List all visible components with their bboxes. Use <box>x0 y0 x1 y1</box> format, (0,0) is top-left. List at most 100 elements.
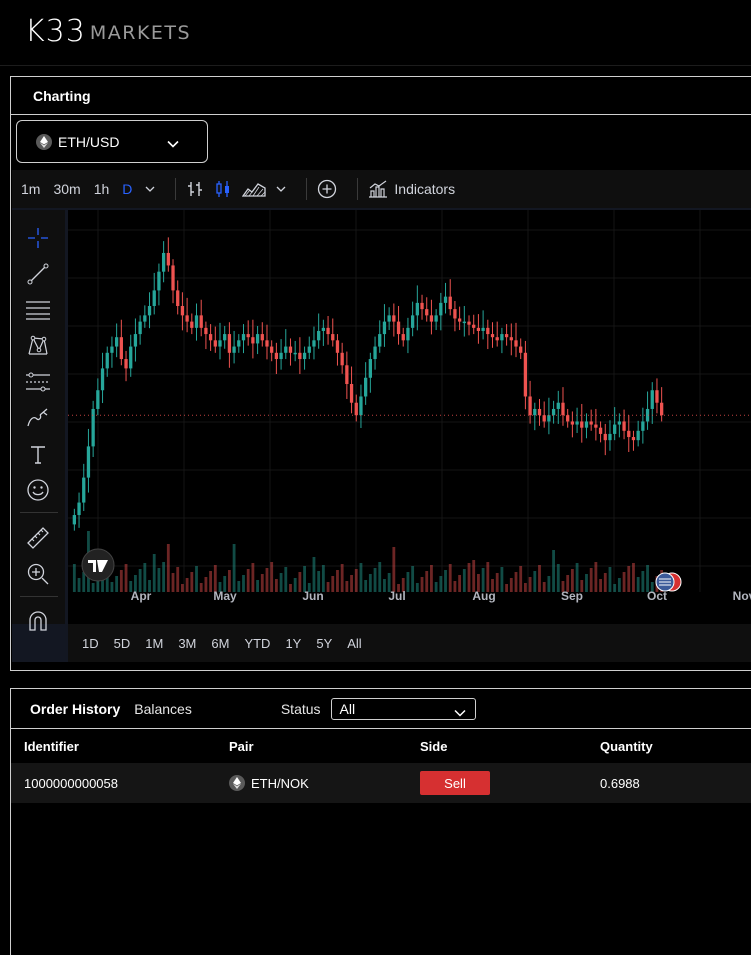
range-1y[interactable]: 1Y <box>285 636 301 651</box>
area-chart-icon[interactable] <box>242 181 267 197</box>
candle-body <box>171 265 175 291</box>
candle-body <box>251 337 255 344</box>
tab-balances[interactable]: Balances <box>134 701 192 717</box>
timeframe-1h[interactable]: 1h <box>94 181 110 197</box>
candles-chart-icon[interactable] <box>214 180 232 198</box>
candle-body <box>392 315 396 322</box>
candle-body <box>472 324 476 328</box>
candle-body <box>124 359 128 369</box>
logo-main-text: K33 <box>25 14 86 49</box>
candle-body <box>246 334 250 338</box>
volume-bar <box>209 571 213 592</box>
tab-order-history[interactable]: Order History <box>30 701 120 717</box>
charting-panel: Charting ETH/USD 1m 30m 1h D Indicators … <box>10 76 751 671</box>
x-axis-label: Apr <box>131 589 152 603</box>
status-select[interactable]: All <box>330 697 476 720</box>
magnet-icon[interactable] <box>25 608 51 634</box>
candle-body <box>551 408 556 416</box>
candle-body <box>166 252 170 266</box>
volume-bar <box>603 573 607 592</box>
volume-bar <box>157 568 161 592</box>
pair-selector[interactable]: ETH/USD <box>16 120 208 163</box>
range-5y[interactable]: 5Y <box>316 636 332 651</box>
range-5d[interactable]: 5D <box>114 636 131 651</box>
candle-body <box>293 352 297 355</box>
candle-body <box>157 271 161 291</box>
volume-bar <box>340 564 344 592</box>
volume-bar <box>533 571 537 592</box>
volume-bar <box>350 575 353 592</box>
volume-bar <box>181 584 184 592</box>
crosshair-icon[interactable] <box>25 225 51 251</box>
candle-body <box>448 296 452 310</box>
candle-body <box>307 346 311 353</box>
candle-body <box>547 415 551 422</box>
candle-body <box>110 346 114 353</box>
candle-body <box>326 327 330 335</box>
emoji-icon[interactable] <box>25 477 51 503</box>
projection-icon[interactable] <box>25 369 51 395</box>
candle-body <box>260 334 264 341</box>
candle-body <box>114 337 119 347</box>
range-all[interactable]: All <box>347 636 361 651</box>
volume-bar <box>434 582 438 592</box>
range-3m[interactable]: 3M <box>178 636 196 651</box>
k33-logo[interactable]: K33 MARKETS <box>25 16 191 48</box>
col-pair: Pair <box>229 739 254 754</box>
volume-bar <box>91 583 95 592</box>
pair-label: ETH/USD <box>58 133 120 150</box>
chart-type-chevron-icon[interactable] <box>276 186 286 192</box>
candle-body <box>302 352 307 360</box>
volume-bar <box>270 562 274 592</box>
text-icon[interactable] <box>25 441 51 467</box>
volume-bar <box>430 565 433 592</box>
candle-body <box>566 415 570 422</box>
pattern-icon[interactable] <box>25 333 51 359</box>
timeframe-menu-chevron-icon[interactable] <box>145 186 155 192</box>
volume-bar <box>190 572 194 592</box>
candle-body <box>82 477 86 503</box>
volume-bar <box>411 566 415 592</box>
zoom-in-icon[interactable] <box>25 561 51 587</box>
status-value: All <box>339 700 356 717</box>
candle-body <box>396 321 401 335</box>
volume-bar <box>162 562 166 592</box>
fib-retracement-icon[interactable] <box>25 297 51 323</box>
volume-bar <box>260 574 264 592</box>
range-6m[interactable]: 6M <box>211 636 229 651</box>
range-ytd[interactable]: YTD <box>244 636 270 651</box>
indicators-button[interactable]: Indicators <box>368 180 455 198</box>
volume-bar <box>420 577 424 592</box>
timeframe-d[interactable]: D <box>122 181 132 197</box>
candle-body <box>481 327 485 331</box>
candle-body <box>194 315 199 328</box>
candle-body <box>152 290 156 306</box>
volume-bar <box>467 563 471 592</box>
timeframe-30m[interactable]: 30m <box>53 181 80 197</box>
candle-body <box>401 334 405 341</box>
candle-body <box>514 340 518 347</box>
range-1d[interactable]: 1D <box>82 636 99 651</box>
timeframe-1m[interactable]: 1m <box>21 181 40 197</box>
ruler-icon[interactable] <box>25 525 51 551</box>
range-1m[interactable]: 1M <box>145 636 163 651</box>
candle-body <box>486 327 490 335</box>
candle-body <box>453 309 457 319</box>
brush-icon[interactable] <box>25 405 51 431</box>
toolbar-divider <box>357 178 359 200</box>
volume-bar <box>613 584 617 592</box>
trend-line-icon[interactable] <box>25 261 51 287</box>
table-row[interactable]: 1000000000058 ETH/NOK Sell 0.6988 <box>11 763 751 803</box>
bar-chart-icon[interactable] <box>186 180 204 198</box>
candle-body <box>340 352 344 366</box>
candle-body <box>528 396 532 416</box>
candle-body <box>495 337 499 341</box>
volume-bar <box>646 565 649 592</box>
volume-bar <box>495 573 499 592</box>
candle-body <box>641 421 645 431</box>
volume-bar <box>542 582 546 592</box>
price-chart[interactable]: AprMayJunJulAugSepOctNov <box>68 210 751 624</box>
compare-plus-icon[interactable] <box>317 179 337 199</box>
order-pair-label: ETH/NOK <box>251 775 309 791</box>
candle-body <box>138 321 142 335</box>
